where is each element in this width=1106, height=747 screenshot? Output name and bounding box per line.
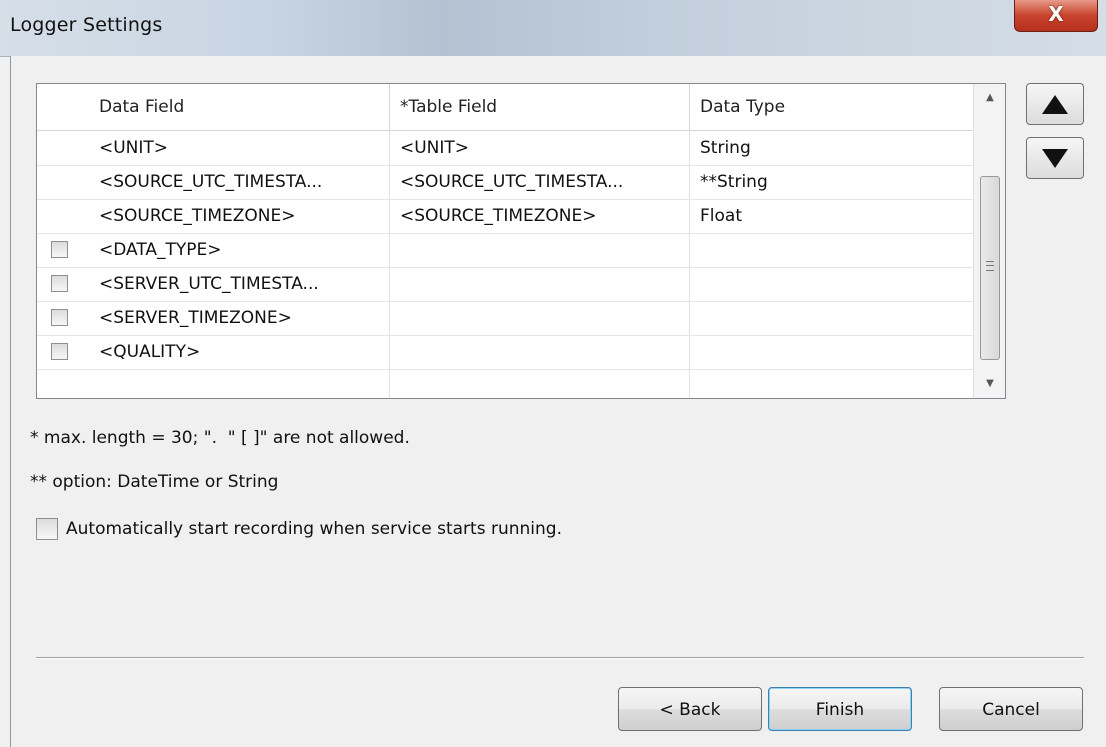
header-table-field[interactable]: *Table Field	[390, 84, 690, 130]
data-field-cell[interactable]: <SOURCE_UTC_TIMESTA...	[89, 165, 390, 199]
row-checkbox-cell	[37, 233, 89, 267]
back-button[interactable]: < Back	[618, 687, 762, 731]
table-row[interactable]: <SERVER_UTC_TIMESTA...	[37, 267, 973, 302]
header-data-field[interactable]: Data Field	[89, 84, 390, 130]
data-field-cell[interactable]: <QUALITY>	[89, 335, 390, 369]
empty-cell	[390, 369, 690, 398]
table-row[interactable]: <DATA_TYPE>	[37, 233, 973, 268]
scroll-down-arrow[interactable]: ▼	[974, 370, 1005, 398]
row-checkbox[interactable]	[51, 343, 68, 360]
row-checkbox[interactable]	[51, 275, 68, 292]
max-length-note: * max. length = 30; ". " [ ]" are not al…	[30, 428, 410, 448]
table-row[interactable]: <QUALITY>	[37, 335, 973, 370]
table-row[interactable]: <SOURCE_TIMEZONE> <SOURCE_TIMEZONE> Float	[37, 199, 973, 234]
logger-settings-window: Logger Settings X Data Field *Table Fiel…	[0, 0, 1106, 747]
data-field-cell[interactable]: <SOURCE_TIMEZONE>	[89, 199, 390, 233]
data-field-cell[interactable]: <SERVER_TIMEZONE>	[89, 301, 390, 335]
data-type-cell[interactable]: Float	[690, 199, 973, 233]
title-bar[interactable]: Logger Settings X	[0, 0, 1106, 57]
data-type-cell[interactable]: String	[690, 131, 973, 165]
scroll-up-arrow[interactable]: ▲	[974, 84, 1005, 112]
table-field-cell[interactable]: <SOURCE_UTC_TIMESTA...	[390, 165, 690, 199]
table-field-cell[interactable]	[390, 233, 690, 267]
footer-separator	[36, 657, 1084, 659]
row-checkbox-cell	[37, 165, 89, 199]
move-down-button[interactable]	[1026, 137, 1084, 179]
scroll-thumb[interactable]	[980, 176, 1000, 360]
empty-cell	[690, 369, 973, 398]
data-type-cell[interactable]	[690, 335, 973, 369]
table-field-cell[interactable]: <UNIT>	[390, 131, 690, 165]
auto-start-label[interactable]: Automatically start recording when servi…	[66, 518, 562, 540]
table-field-cell[interactable]: <SOURCE_TIMEZONE>	[390, 199, 690, 233]
close-icon: X	[1048, 2, 1064, 26]
window-title: Logger Settings	[10, 14, 163, 36]
row-checkbox[interactable]	[51, 241, 68, 258]
table-field-cell[interactable]	[390, 335, 690, 369]
row-checkbox-cell	[37, 131, 89, 165]
header-checkbox-column	[37, 84, 89, 130]
empty-row	[37, 369, 973, 398]
close-button[interactable]: X	[1014, 0, 1098, 32]
data-type-cell[interactable]	[690, 267, 973, 301]
finish-button[interactable]: Finish	[768, 687, 912, 731]
auto-start-checkbox[interactable]	[36, 518, 58, 540]
table-field-cell[interactable]	[390, 301, 690, 335]
data-type-cell[interactable]: **String	[690, 165, 973, 199]
empty-cell	[89, 369, 390, 398]
row-checkbox-cell	[37, 335, 89, 369]
data-type-cell[interactable]	[690, 233, 973, 267]
grip-icon	[986, 261, 994, 271]
grid-vertical-scrollbar[interactable]: ▲ ▼	[973, 84, 1005, 398]
table-field-cell[interactable]	[390, 267, 690, 301]
table-row[interactable]: <SOURCE_UTC_TIMESTA... <SOURCE_UTC_TIMEST…	[37, 165, 973, 200]
down-triangle-icon	[1042, 149, 1068, 168]
option-note: ** option: DateTime or String	[30, 472, 279, 492]
data-field-cell[interactable]: <SERVER_UTC_TIMESTA...	[89, 267, 390, 301]
empty-cell	[37, 369, 89, 398]
row-checkbox-cell	[37, 199, 89, 233]
row-checkbox[interactable]	[51, 309, 68, 326]
table-row[interactable]: <SERVER_TIMEZONE>	[37, 301, 973, 336]
data-field-cell[interactable]: <UNIT>	[89, 131, 390, 165]
field-mapping-grid[interactable]: Data Field *Table Field Data Type <UNIT>…	[36, 83, 1006, 399]
grid-header: Data Field *Table Field Data Type	[37, 84, 973, 131]
row-checkbox-cell	[37, 301, 89, 335]
row-checkbox-cell	[37, 267, 89, 301]
cancel-button[interactable]: Cancel	[939, 687, 1083, 731]
table-row[interactable]: <UNIT> <UNIT> String	[37, 131, 973, 166]
move-up-button[interactable]	[1026, 83, 1084, 125]
header-data-type[interactable]: Data Type	[690, 84, 973, 130]
data-field-cell[interactable]: <DATA_TYPE>	[89, 233, 390, 267]
up-triangle-icon	[1042, 95, 1068, 114]
data-type-cell[interactable]	[690, 301, 973, 335]
